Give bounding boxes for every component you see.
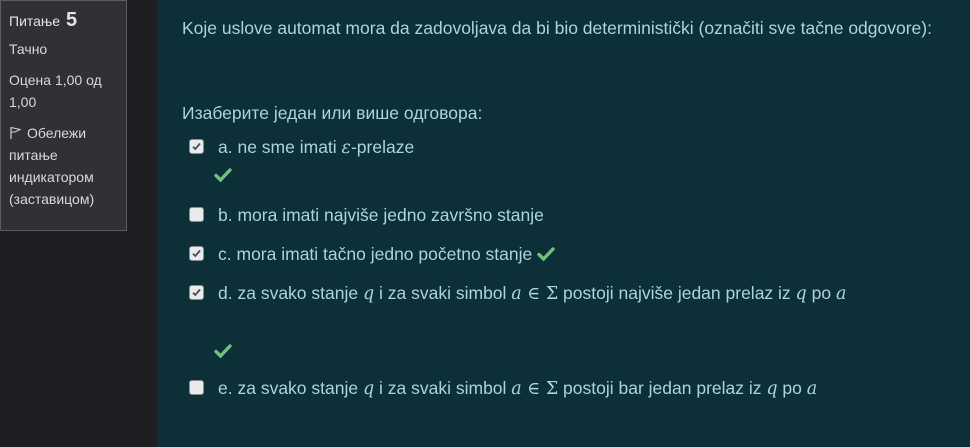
option-d-p3: postoji najviše jedan prelaz iz xyxy=(558,283,796,303)
correct-check-icon xyxy=(214,340,232,366)
option-c-letter: c. xyxy=(218,244,232,264)
option-d-p2: i za svaki simbol xyxy=(374,283,512,303)
option-e-p1: za svako stanje xyxy=(237,378,363,398)
option-c-text: mora imati tačno jedno početno stanje xyxy=(236,244,533,264)
option-c: c. mora imati tačno jedno početno stanje xyxy=(189,241,789,267)
option-a-checkbox[interactable] xyxy=(189,139,204,154)
question-info-panel: Питање 5 Тачно Оцена 1,00 од 1,00 Обележ… xyxy=(0,0,127,231)
option-d-m3: ∈ Σ xyxy=(521,284,559,304)
answer-prompt: Изаберите један или више одговора: xyxy=(182,103,483,123)
option-a-text-after: -prelaze xyxy=(350,137,415,157)
question-content: Koje uslove automat mora da zadovoljava … xyxy=(157,0,970,447)
option-a-label: a. ne sme imati ε-prelaze xyxy=(218,134,414,161)
question-state: Тачно xyxy=(9,41,48,57)
flag-icon xyxy=(9,124,23,139)
option-e: e. za svako stanje q i za svaki simbol a… xyxy=(189,375,949,401)
option-b-letter: b. xyxy=(218,205,233,225)
option-a-letter: a. xyxy=(218,137,233,157)
option-e-checkbox[interactable] xyxy=(189,380,204,395)
correct-check-icon xyxy=(214,164,232,190)
option-e-p3: postoji bar jedan prelaz iz xyxy=(558,378,767,398)
option-b-label: b. mora imati najviše jedno završno stan… xyxy=(218,202,544,228)
option-e-letter: e. xyxy=(218,378,233,398)
option-c-checkbox[interactable] xyxy=(189,246,204,261)
question-number-value: 5 xyxy=(65,9,78,31)
option-d-m5: a xyxy=(835,284,847,304)
option-e-m4: q xyxy=(766,379,778,399)
question-text: Koje uslove automat mora da zadovoljava … xyxy=(182,18,932,38)
question-prefix: Питање xyxy=(9,13,61,29)
option-e-label: e. za svako stanje q i za svaki simbol a… xyxy=(218,375,817,402)
option-e-m1: q xyxy=(362,379,375,399)
option-e-p4: po xyxy=(777,378,807,398)
option-d-m1: q xyxy=(362,284,375,304)
option-e-m5: a xyxy=(806,379,818,399)
option-d-p1: za svako stanje xyxy=(237,283,363,303)
question-grade: Оцена 1,00 од 1,00 xyxy=(9,72,102,110)
flag-question-button[interactable]: Обележи питање индикатором (заставицом) xyxy=(9,122,118,210)
option-d-label: d. za svako stanje q i za svaki simbol a… xyxy=(218,280,846,307)
option-b: b. mora imati najviše jedno završno stan… xyxy=(189,202,789,228)
option-a-text-before: ne sme imati xyxy=(237,137,342,157)
option-d-p4: po xyxy=(806,283,836,303)
option-d-letter: d. xyxy=(218,283,233,303)
option-d-m4: q xyxy=(795,284,807,304)
option-e-m2: a xyxy=(511,379,522,399)
option-a: a. ne sme imati ε-prelaze xyxy=(189,134,789,194)
question-number: Питање 5 xyxy=(9,9,118,32)
correct-check-icon xyxy=(537,243,555,269)
option-c-label: c. mora imati tačno jedno početno stanje xyxy=(218,241,555,269)
option-e-p2: i za svaki simbol xyxy=(374,378,512,398)
option-e-m3: ∈ Σ xyxy=(521,379,559,399)
option-b-text: mora imati najviše jedno završno stanje xyxy=(237,205,544,225)
option-b-checkbox[interactable] xyxy=(189,207,204,222)
option-d-checkbox[interactable] xyxy=(189,285,204,300)
option-d: d. za svako stanje q i za svaki simbol a… xyxy=(189,280,949,360)
option-d-m2: a xyxy=(511,284,522,304)
option-a-math: ε xyxy=(341,138,351,158)
